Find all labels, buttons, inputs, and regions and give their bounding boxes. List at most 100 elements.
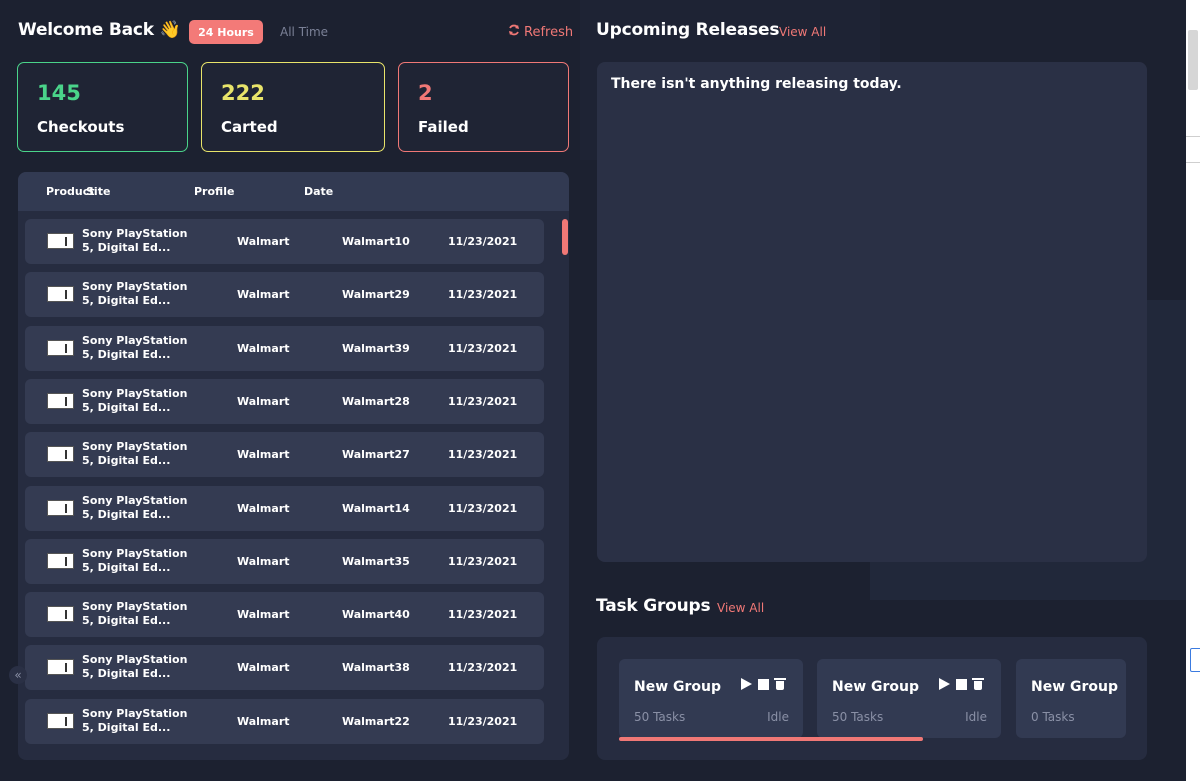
group-name: New Group bbox=[634, 679, 722, 695]
date-cell: 11/23/2021 bbox=[448, 448, 518, 462]
product-name: Sony PlayStation 5, Digital Ed... bbox=[82, 386, 188, 414]
product-name: Sony PlayStation 5, Digital Ed... bbox=[82, 546, 188, 574]
welcome-title: Welcome Back 👋 bbox=[18, 20, 181, 40]
window-scrollbar bbox=[1188, 30, 1198, 90]
table-row[interactable]: Sony PlayStation 5, Digital Ed... Walmart… bbox=[25, 645, 544, 691]
date-cell: 11/23/2021 bbox=[448, 235, 518, 248]
product-name: Sony PlayStation 5, Digital Ed... bbox=[82, 280, 188, 308]
task-groups-scroll-progress[interactable] bbox=[619, 737, 923, 741]
refresh-label: Refresh bbox=[524, 24, 574, 40]
stat-label: Checkouts bbox=[37, 118, 125, 136]
task-groups-panel: New Group 50 Tasks Idle New Group 50 Tas… bbox=[597, 637, 1147, 760]
table-row[interactable]: Sony PlayStation 5, Digital Ed... Walmart… bbox=[25, 698, 544, 744]
group-name: New Group bbox=[1031, 679, 1119, 695]
group-task-count: 0 Tasks bbox=[1031, 710, 1075, 724]
product-thumbnail bbox=[47, 712, 74, 729]
site-cell: Walmart bbox=[237, 501, 290, 515]
group-status: Idle bbox=[965, 710, 987, 724]
site-cell: Walmart bbox=[237, 608, 290, 622]
site-cell: Walmart bbox=[237, 394, 290, 408]
date-cell: 11/23/2021 bbox=[448, 554, 518, 568]
profile-cell: Walmart28 bbox=[342, 394, 410, 408]
stat-card-checkouts: 145 Checkouts bbox=[17, 62, 188, 152]
task-group-card[interactable]: New Group 50 Tasks Idle bbox=[817, 659, 1001, 738]
product-thumbnail bbox=[47, 446, 74, 463]
range-all-time-button[interactable]: All Time bbox=[280, 25, 328, 39]
profile-cell: Walmart22 bbox=[342, 714, 410, 728]
play-icon[interactable] bbox=[939, 678, 950, 690]
table-row[interactable]: Sony PlayStation 5, Digital Ed... Walmart… bbox=[25, 272, 544, 318]
site-cell: Walmart bbox=[237, 714, 290, 728]
site-cell: Walmart bbox=[237, 554, 290, 568]
table-row[interactable]: Sony PlayStation 5, Digital Ed... Walmart… bbox=[25, 485, 544, 531]
stat-value: 145 bbox=[37, 81, 81, 105]
profile-cell: Walmart14 bbox=[342, 501, 410, 515]
product-thumbnail bbox=[47, 339, 74, 356]
profile-cell: Walmart38 bbox=[342, 661, 410, 675]
profile-cell: Walmart35 bbox=[342, 554, 410, 568]
releases-title: Upcoming Releases bbox=[596, 20, 780, 40]
table-row[interactable]: Sony PlayStation 5, Digital Ed... Walmart… bbox=[25, 538, 544, 584]
window-widget bbox=[1190, 648, 1200, 672]
table-scrollbar[interactable] bbox=[562, 219, 568, 255]
task-group-card[interactable]: New Group 50 Tasks Idle bbox=[619, 659, 803, 738]
product-thumbnail bbox=[47, 233, 74, 249]
product-name: Sony PlayStation 5, Digital Ed... bbox=[82, 600, 188, 628]
stat-value: 2 bbox=[418, 81, 433, 105]
date-cell: 11/23/2021 bbox=[448, 608, 518, 622]
background-window-edge bbox=[1186, 0, 1200, 781]
site-cell: Walmart bbox=[237, 448, 290, 462]
date-cell: 11/23/2021 bbox=[448, 394, 518, 408]
product-thumbnail bbox=[47, 286, 74, 303]
site-cell: Walmart bbox=[237, 341, 290, 355]
trash-icon[interactable] bbox=[972, 678, 984, 690]
product-name: Sony PlayStation 5, Digital Ed... bbox=[82, 440, 188, 468]
site-cell: Walmart bbox=[237, 288, 290, 302]
product-name: Sony PlayStation 5, Digital Ed... bbox=[82, 333, 188, 361]
trash-icon[interactable] bbox=[774, 678, 786, 690]
table-row[interactable]: Sony PlayStation 5, Digital Ed... Walmart… bbox=[25, 325, 544, 371]
divider bbox=[1186, 136, 1200, 137]
product-name: Sony PlayStation 5, Digital Ed... bbox=[82, 227, 188, 254]
table-row[interactable]: Sony PlayStation 5, Digital Ed... Walmart… bbox=[25, 592, 544, 638]
stop-icon[interactable] bbox=[956, 678, 967, 690]
stat-value: 222 bbox=[221, 81, 265, 105]
date-cell: 11/23/2021 bbox=[448, 341, 518, 355]
range-24-hours-button[interactable]: 24 Hours bbox=[189, 20, 263, 44]
collapse-sidebar-icon[interactable]: « bbox=[9, 666, 27, 684]
product-name: Sony PlayStation 5, Digital Ed... bbox=[82, 706, 188, 734]
group-name: New Group bbox=[832, 679, 920, 695]
play-icon[interactable] bbox=[741, 678, 752, 690]
product-name: Sony PlayStation 5, Digital Ed... bbox=[82, 493, 188, 521]
profile-cell: Walmart39 bbox=[342, 341, 410, 355]
profile-cell: Walmart29 bbox=[342, 288, 410, 302]
releases-empty-message: There isn't anything releasing today. bbox=[611, 76, 902, 92]
task-group-card[interactable]: New Group 0 Tasks bbox=[1016, 659, 1126, 738]
header-site: Site bbox=[86, 185, 111, 198]
task-groups-view-all-link[interactable]: View All bbox=[717, 601, 764, 615]
product-name: Sony PlayStation 5, Digital Ed... bbox=[82, 653, 188, 681]
profile-cell: Walmart40 bbox=[342, 608, 410, 622]
table-row[interactable]: Sony PlayStation 5, Digital Ed... Walmart… bbox=[25, 378, 544, 424]
stat-label: Carted bbox=[221, 118, 278, 136]
profile-cell: Walmart10 bbox=[342, 235, 410, 248]
table-row[interactable]: Sony PlayStation 5, Digital Ed... Walmart… bbox=[25, 432, 544, 478]
product-thumbnail bbox=[47, 499, 74, 516]
releases-view-all-link[interactable]: View All bbox=[779, 25, 826, 39]
task-groups-title: Task Groups bbox=[596, 596, 711, 616]
header-date: Date bbox=[304, 185, 334, 198]
stop-icon[interactable] bbox=[758, 678, 769, 690]
stat-card-carted: 222 Carted bbox=[201, 62, 385, 152]
date-cell: 11/23/2021 bbox=[448, 661, 518, 675]
refresh-icon bbox=[508, 24, 520, 40]
date-cell: 11/23/2021 bbox=[448, 501, 518, 515]
site-cell: Walmart bbox=[237, 235, 290, 248]
stat-card-failed: 2 Failed bbox=[398, 62, 569, 152]
profile-cell: Walmart27 bbox=[342, 448, 410, 462]
divider bbox=[1186, 162, 1200, 163]
product-thumbnail bbox=[47, 606, 74, 623]
refresh-button[interactable]: Refresh bbox=[508, 24, 573, 40]
table-row[interactable]: Sony PlayStation 5, Digital Ed... Walmart… bbox=[25, 219, 544, 264]
date-cell: 11/23/2021 bbox=[448, 288, 518, 302]
date-cell: 11/23/2021 bbox=[448, 714, 518, 728]
